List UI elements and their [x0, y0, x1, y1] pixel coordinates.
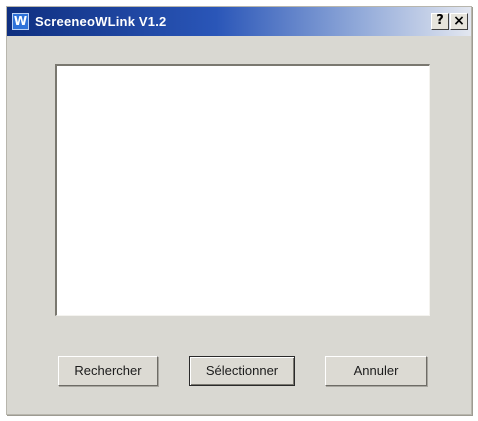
app-logo-icon: W [12, 13, 29, 30]
window-title: ScreeneoWLink V1.2 [35, 14, 167, 29]
title-bar[interactable]: W ScreeneoWLink V1.2 ? × [7, 7, 471, 36]
cancel-button[interactable]: Annuler [325, 356, 427, 386]
close-button[interactable]: × [450, 13, 468, 30]
dialog-window: W ScreeneoWLink V1.2 ? × Rechercher Séle… [6, 6, 472, 415]
help-button[interactable]: ? [431, 13, 449, 30]
select-button[interactable]: Sélectionner [189, 356, 295, 386]
search-button[interactable]: Rechercher [58, 356, 158, 386]
results-list[interactable] [55, 64, 430, 316]
